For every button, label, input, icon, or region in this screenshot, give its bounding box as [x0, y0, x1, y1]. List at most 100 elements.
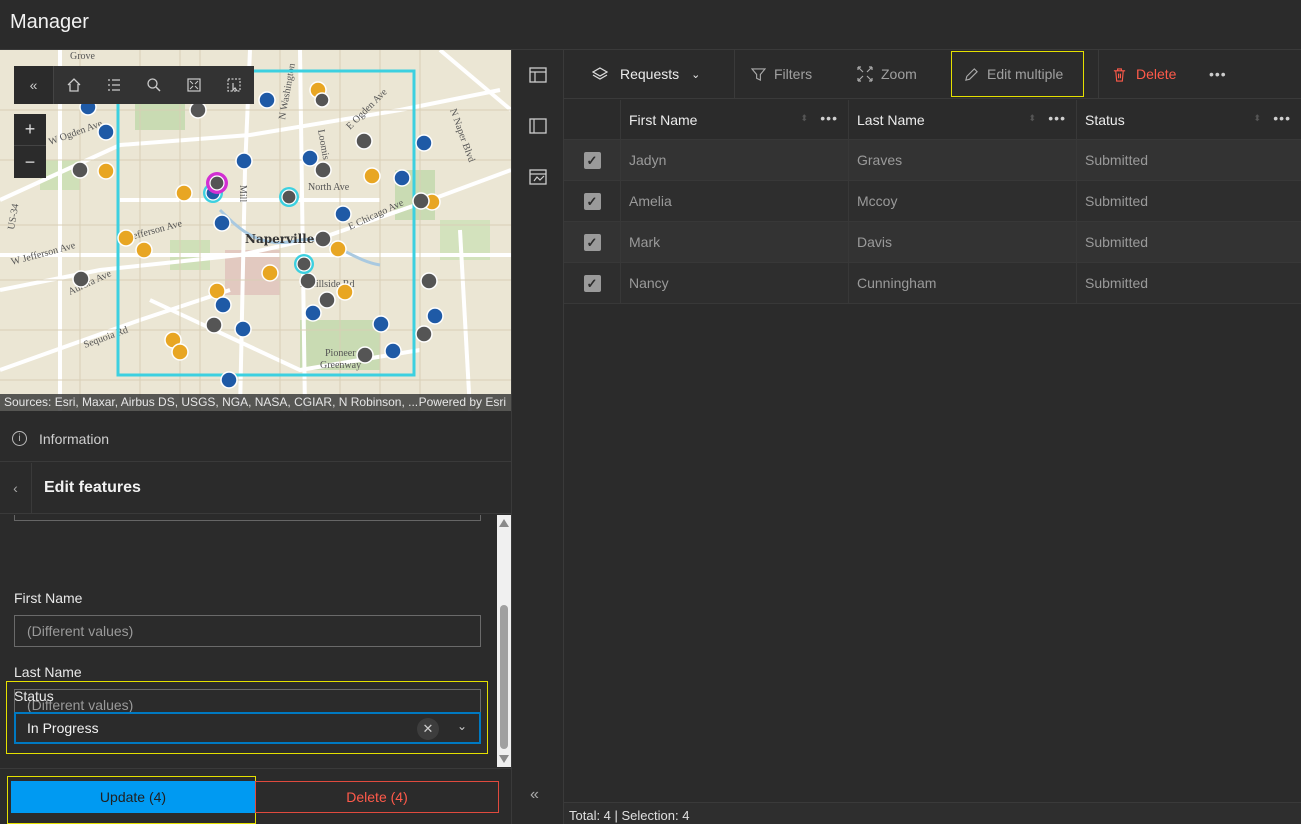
- delete-button[interactable]: Delete (4): [255, 781, 499, 813]
- app-title: Manager: [10, 11, 89, 33]
- first-name-field[interactable]: (Different values): [14, 615, 481, 647]
- layer-dropdown-label: Requests: [620, 66, 680, 82]
- back-chevron-icon[interactable]: ‹: [0, 462, 32, 514]
- table-row[interactable]: ✓ Mark Davis Submitted: [564, 222, 1301, 263]
- collapse-panel-icon[interactable]: «: [530, 786, 539, 804]
- table-row[interactable]: ✓ Jadyn Graves Submitted: [564, 140, 1301, 181]
- update-button[interactable]: Update (4): [11, 781, 255, 813]
- edit-footer: Update (4) Delete (4): [0, 768, 511, 824]
- check-icon: ✓: [583, 274, 601, 292]
- table-panel: Requests ⌄ Filters Zoom Edit multiple De…: [564, 50, 1301, 824]
- check-icon: ✓: [583, 233, 601, 251]
- home-icon[interactable]: [54, 66, 94, 104]
- select-all-cell: [564, 100, 621, 139]
- zoom-in-icon[interactable]: +: [14, 114, 46, 146]
- status-cell: Submitted: [1085, 275, 1149, 291]
- zoom-out-icon[interactable]: −: [14, 146, 46, 178]
- clear-icon[interactable]: ✕: [417, 718, 439, 740]
- sort-icon[interactable]: ⬍: [1253, 113, 1261, 124]
- more-options-icon[interactable]: •••: [1209, 50, 1227, 98]
- table-row[interactable]: ✓ Amelia Mccoy Submitted: [564, 181, 1301, 222]
- edit-features-header: ‹ Edit features: [0, 462, 511, 514]
- search-icon[interactable]: [134, 66, 174, 104]
- svg-text:Pioneer: Pioneer: [325, 348, 356, 359]
- status-label: Status: [14, 688, 54, 704]
- zoom-label: Zoom: [881, 66, 917, 82]
- svg-text:Grove: Grove: [70, 51, 96, 62]
- table-header-row: First Name ⬍ ••• Last Name ⬍ ••• Status …: [564, 100, 1301, 140]
- previous-field-edge: [14, 515, 481, 521]
- layer-dropdown[interactable]: Requests ⌄: [564, 50, 735, 98]
- left-column: Grove W Ogden Ave US-34 Jefferson Ave W …: [0, 50, 511, 824]
- svg-text:North Ave: North Ave: [308, 182, 350, 193]
- column-menu-icon[interactable]: •••: [1273, 110, 1291, 126]
- filter-icon: [751, 67, 766, 81]
- map-view[interactable]: Grove W Ogden Ave US-34 Jefferson Ave W …: [0, 50, 511, 411]
- column-header-last-name[interactable]: Last Name ⬍ •••: [849, 100, 1077, 139]
- information-row[interactable]: i Information: [0, 416, 511, 462]
- status-select[interactable]: In Progress ✕ ⌄: [14, 712, 481, 744]
- status-cell: Submitted: [1085, 193, 1149, 209]
- sort-icon[interactable]: ⬍: [800, 113, 808, 124]
- column-menu-icon[interactable]: •••: [1048, 110, 1066, 126]
- table-row[interactable]: ✓ Nancy Cunningham Submitted: [564, 263, 1301, 304]
- first-name-cell: Mark: [621, 222, 849, 262]
- attribution-powered-by[interactable]: Powered by Esri: [419, 395, 506, 409]
- zoom-button[interactable]: Zoom: [857, 50, 917, 98]
- status-value: In Progress: [27, 720, 99, 736]
- last-name-cell: Cunningham: [849, 263, 1077, 303]
- chevron-down-icon[interactable]: ⌄: [457, 719, 467, 733]
- row-checkbox[interactable]: ✓: [564, 140, 621, 180]
- fullscreen-icon[interactable]: [174, 66, 214, 104]
- toolbar-divider: [1098, 50, 1099, 98]
- row-checkbox[interactable]: ✓: [564, 181, 621, 221]
- scroll-up-icon[interactable]: [499, 519, 509, 527]
- first-name-cell: Nancy: [621, 263, 849, 303]
- column-label: Status: [1085, 111, 1125, 128]
- panel-layout-icon[interactable]: [529, 117, 547, 135]
- form-scrollbar[interactable]: [497, 515, 511, 767]
- select-icon[interactable]: [214, 66, 254, 104]
- delete-selection-label: Delete: [1136, 66, 1177, 82]
- table-layout-icon[interactable]: [529, 66, 547, 84]
- attribute-table: First Name ⬍ ••• Last Name ⬍ ••• Status …: [564, 100, 1301, 304]
- filters-button[interactable]: Filters: [751, 50, 812, 98]
- column-label: First Name: [629, 111, 698, 128]
- row-checkbox[interactable]: ✓: [564, 222, 621, 262]
- layers-icon: [592, 67, 608, 80]
- column-header-first-name[interactable]: First Name ⬍ •••: [621, 100, 849, 139]
- check-icon: ✓: [583, 192, 601, 210]
- table-footer-summary: Total: 4 | Selection: 4: [564, 802, 1301, 824]
- first-name-cell: Amelia: [621, 181, 849, 221]
- last-name-cell: Davis: [849, 222, 1077, 262]
- row-checkbox[interactable]: ✓: [564, 263, 621, 303]
- app-header: Manager: [0, 0, 1301, 50]
- column-menu-icon[interactable]: •••: [820, 110, 838, 126]
- scroll-thumb[interactable]: [500, 605, 508, 749]
- delete-selection-button[interactable]: Delete: [1112, 50, 1176, 98]
- table-toolbar: Requests ⌄ Filters Zoom Edit multiple De…: [564, 50, 1301, 99]
- collapse-toolbar-icon[interactable]: «: [14, 66, 54, 104]
- status-cell: Submitted: [1085, 152, 1149, 168]
- side-rail: «: [511, 50, 564, 824]
- last-name-cell: Mccoy: [849, 181, 1077, 221]
- svg-text:Mill: Mill: [237, 185, 248, 202]
- list-icon[interactable]: [94, 66, 134, 104]
- last-name-label: Last Name: [14, 664, 82, 680]
- first-name-label: First Name: [14, 590, 83, 606]
- sort-icon[interactable]: ⬍: [1028, 113, 1036, 124]
- svg-text:Greenway: Greenway: [320, 360, 361, 371]
- svg-text:Naperville: Naperville: [245, 232, 315, 246]
- edit-features-title: Edit features: [44, 479, 141, 496]
- map-attribution: Sources: Esri, Maxar, Airbus DS, USGS, N…: [0, 394, 511, 411]
- edit-multiple-button[interactable]: Edit multiple: [964, 50, 1063, 98]
- chart-layout-icon[interactable]: [529, 168, 547, 186]
- map-basemap: Grove W Ogden Ave US-34 Jefferson Ave W …: [0, 50, 511, 411]
- column-header-status[interactable]: Status ⬍ •••: [1077, 100, 1301, 139]
- map-toolbar: «: [14, 66, 254, 104]
- information-label: Information: [39, 430, 110, 447]
- column-label: Last Name: [857, 111, 925, 128]
- scroll-down-icon[interactable]: [499, 755, 509, 763]
- pencil-icon: [965, 67, 978, 81]
- first-name-cell: Jadyn: [621, 140, 849, 180]
